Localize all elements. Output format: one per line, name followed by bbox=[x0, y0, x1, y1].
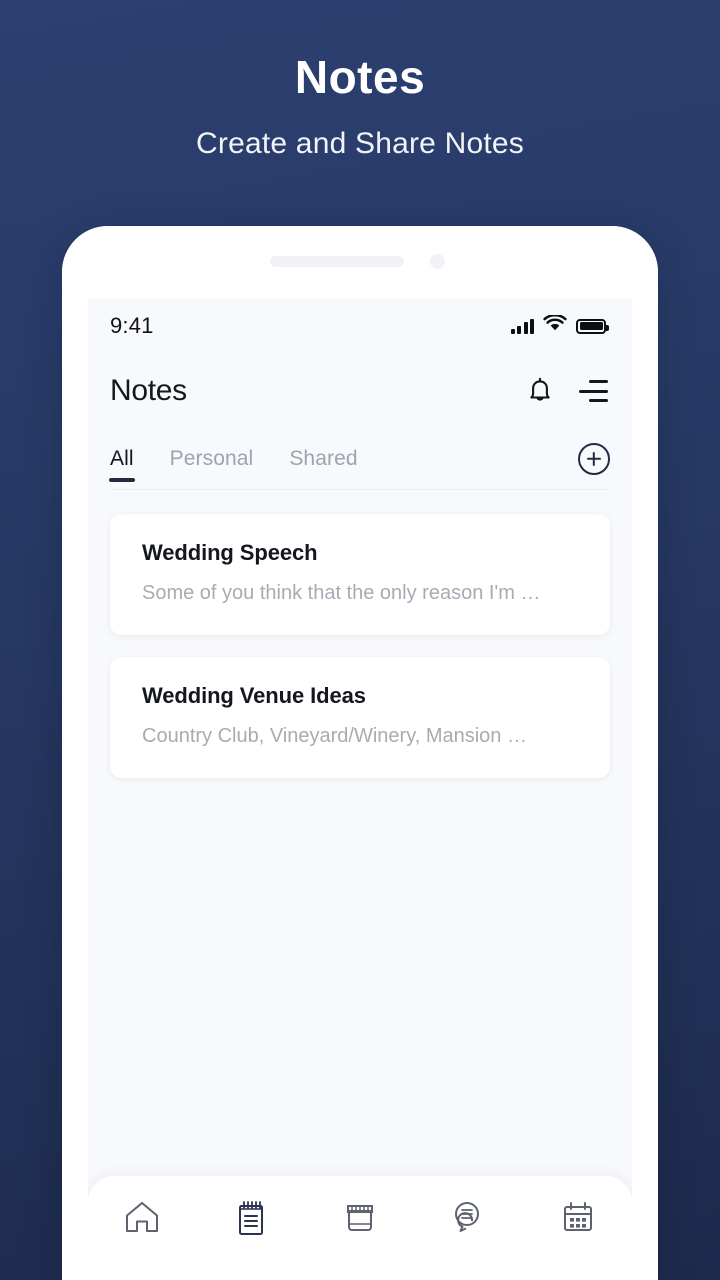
store-icon bbox=[343, 1200, 377, 1234]
tabs-bar: All Personal Shared bbox=[88, 428, 632, 500]
nav-item-store[interactable] bbox=[330, 1200, 390, 1234]
status-bar: 9:41 bbox=[88, 298, 632, 354]
note-card[interactable]: Wedding Venue Ideas Country Club, Vineya… bbox=[110, 657, 610, 778]
battery-icon bbox=[576, 318, 609, 334]
front-camera-icon bbox=[430, 254, 445, 269]
note-preview: Some of you think that the only reason I… bbox=[142, 582, 541, 604]
note-title: Wedding Speech bbox=[142, 540, 318, 565]
app-bar: Notes bbox=[88, 354, 632, 428]
tab-all[interactable]: All bbox=[109, 428, 135, 490]
page-title: Notes bbox=[294, 51, 426, 103]
cellular-signal-icon bbox=[510, 318, 534, 334]
promo-header: Notes Create and Share Notes bbox=[0, 0, 720, 161]
phone-mockup: 9:41 Notes All Personal Shared Wedding S… bbox=[62, 226, 658, 1280]
wifi-icon bbox=[543, 313, 567, 337]
speaker-grille-icon bbox=[270, 256, 404, 267]
tab-personal[interactable]: Personal bbox=[170, 428, 254, 490]
notepad-icon bbox=[235, 1200, 267, 1236]
tabs-divider bbox=[110, 488, 610, 490]
status-time: 9:41 bbox=[110, 313, 154, 338]
home-icon bbox=[124, 1200, 160, 1234]
menu-icon[interactable] bbox=[579, 380, 608, 402]
calendar-icon bbox=[561, 1200, 595, 1234]
add-note-icon[interactable] bbox=[578, 443, 610, 475]
notifications-bell-icon[interactable] bbox=[527, 377, 553, 406]
phone-screen: 9:41 Notes All Personal Shared Wedding S… bbox=[88, 298, 632, 1280]
note-title: Wedding Venue Ideas bbox=[142, 683, 366, 708]
page-subtitle: Create and Share Notes bbox=[196, 126, 524, 160]
notes-list: Wedding Speech Some of you think that th… bbox=[88, 500, 632, 778]
note-preview: Country Club, Vineyard/Winery, Mansion … bbox=[142, 725, 527, 747]
nav-item-calendar[interactable] bbox=[548, 1200, 608, 1234]
nav-item-chat[interactable] bbox=[439, 1200, 499, 1234]
chat-icon bbox=[451, 1200, 487, 1234]
nav-item-notes[interactable] bbox=[221, 1200, 281, 1236]
phone-bezel-top bbox=[62, 226, 658, 298]
nav-item-home[interactable] bbox=[112, 1200, 172, 1234]
tab-list: All Personal Shared bbox=[109, 428, 358, 490]
bottom-navigation bbox=[88, 1176, 632, 1280]
note-card[interactable]: Wedding Speech Some of you think that th… bbox=[110, 514, 610, 635]
tab-shared[interactable]: Shared bbox=[289, 428, 357, 490]
app-title: Notes bbox=[110, 374, 187, 407]
status-icons bbox=[510, 313, 609, 337]
app-bar-actions bbox=[527, 377, 608, 406]
